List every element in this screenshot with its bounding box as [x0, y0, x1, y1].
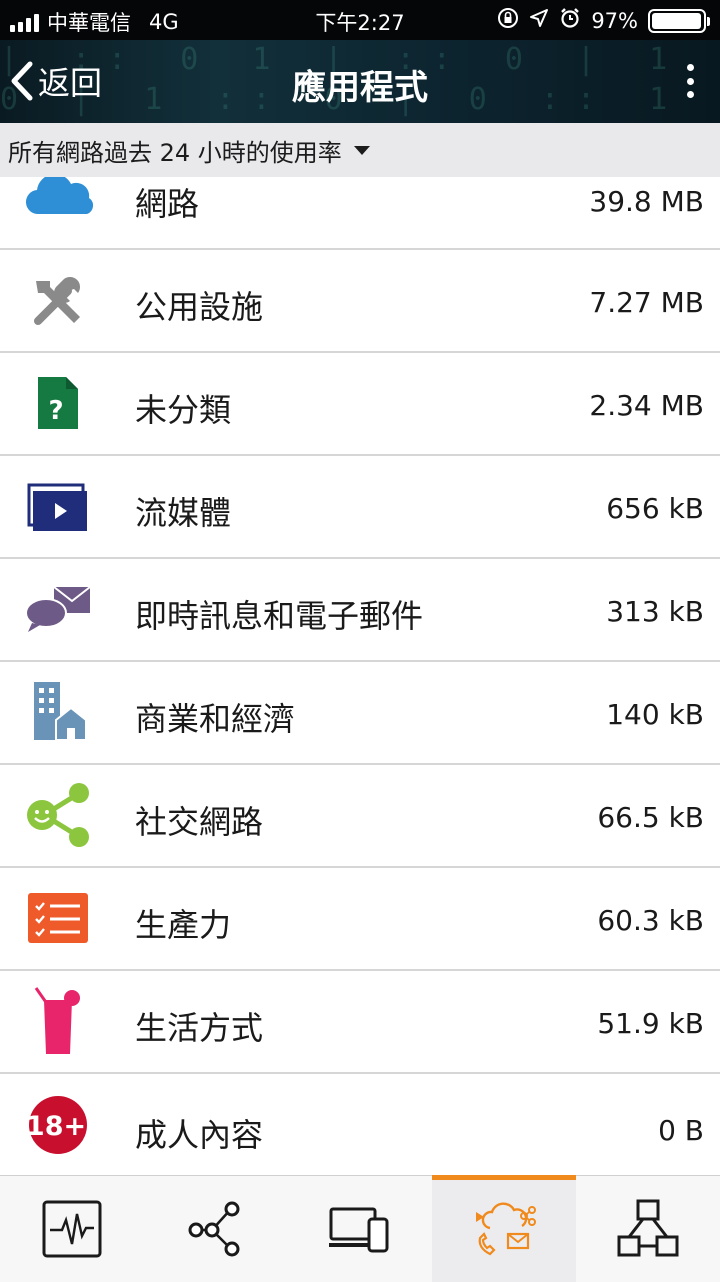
- list-item-business-economy[interactable]: 商業和經濟 140 kB: [0, 662, 720, 765]
- tab-network[interactable]: [144, 1176, 288, 1282]
- category-name: 未分類: [135, 391, 232, 429]
- category-name: 生產力: [135, 906, 232, 944]
- usage-filter-dropdown[interactable]: 所有網路過去 24 小時的使用率: [0, 123, 720, 177]
- devices-icon: [329, 1207, 389, 1253]
- status-bar: 中華電信 4G 下午2:27 97%: [0, 0, 720, 40]
- bottom-tab-bar: [0, 1175, 720, 1282]
- cloud-icon: [22, 177, 94, 229]
- tab-applications[interactable]: [432, 1175, 576, 1282]
- filter-label: 所有網路過去 24 小時的使用率: [8, 138, 342, 167]
- category-name: 公用設施: [135, 288, 264, 326]
- list-item-utilities[interactable]: 公用設施 7.27 MB: [0, 250, 720, 353]
- category-size: 2.34 MB: [589, 389, 704, 422]
- category-name: 即時訊息和電子郵件: [135, 597, 424, 635]
- list-item-network[interactable]: 網路 39.8 MB: [0, 177, 720, 250]
- category-name: 社交網路: [135, 803, 264, 841]
- caret-down-icon: [353, 145, 370, 155]
- category-size: 140 kB: [606, 698, 704, 731]
- topology-icon: [617, 1199, 679, 1257]
- tab-activity[interactable]: [0, 1176, 144, 1282]
- category-name: 生活方式: [135, 1009, 264, 1047]
- list-item-uncategorized[interactable]: ? 未分類 2.34 MB: [0, 353, 720, 456]
- applications-icon: [476, 1202, 536, 1256]
- unknown-file-icon: ?: [22, 367, 94, 439]
- list-item-productivity[interactable]: 生產力 60.3 kB: [0, 868, 720, 971]
- social-share-icon: [22, 779, 94, 851]
- battery-percent: 97%: [591, 8, 638, 33]
- list-item-adult-content[interactable]: 18+ 成人內容 0 B: [0, 1074, 720, 1175]
- list-item-lifestyle[interactable]: 生活方式 51.9 kB: [0, 971, 720, 1074]
- checklist-icon: [22, 882, 94, 954]
- category-size: 7.27 MB: [589, 286, 704, 319]
- category-size: 60.3 kB: [597, 904, 704, 937]
- svg-text:18+: 18+: [27, 1111, 86, 1142]
- tab-devices[interactable]: [288, 1176, 432, 1282]
- activity-monitor-icon: [42, 1200, 102, 1258]
- category-size: 66.5 kB: [597, 801, 704, 834]
- category-size: 656 kB: [606, 492, 704, 525]
- adult-18-icon: 18+: [22, 1089, 94, 1161]
- location-arrow-icon: [529, 8, 549, 33]
- category-size: 313 kB: [606, 595, 704, 628]
- category-name: 流媒體: [135, 494, 232, 532]
- category-size: 39.8 MB: [589, 185, 704, 218]
- category-size: 51.9 kB: [597, 1007, 704, 1040]
- alarm-icon: [559, 7, 581, 34]
- more-options-icon[interactable]: [684, 64, 696, 98]
- tab-topology[interactable]: [576, 1176, 720, 1282]
- list-item-social-network[interactable]: 社交網路 66.5 kB: [0, 765, 720, 868]
- page-title: 應用程式: [292, 68, 428, 108]
- category-size: 0 B: [658, 1114, 704, 1147]
- buildings-icon: [22, 675, 94, 747]
- tools-icon: [22, 265, 94, 337]
- drink-icon: [22, 985, 94, 1057]
- battery-icon: [648, 8, 710, 33]
- video-play-icon: [22, 472, 94, 544]
- rotation-lock-icon: [497, 7, 519, 34]
- chat-mail-icon: [22, 573, 94, 645]
- network-nodes-icon: [188, 1201, 240, 1257]
- category-name: 成人內容: [135, 1116, 264, 1154]
- svg-text:?: ?: [48, 396, 63, 426]
- navigation-bar: | :: 0 1 | :: 0 | 1 :: | 0 :: | 1 0 | 0 …: [0, 40, 720, 123]
- category-name: 商業和經濟: [135, 700, 296, 738]
- list-item-streaming[interactable]: 流媒體 656 kB: [0, 456, 720, 559]
- app-category-list: 網路 39.8 MB 公用設施 7.27 MB ? 未分類 2.34 MB 流媒…: [0, 177, 720, 1175]
- category-name: 網路: [135, 185, 200, 223]
- list-item-messaging-email[interactable]: 即時訊息和電子郵件 313 kB: [0, 559, 720, 662]
